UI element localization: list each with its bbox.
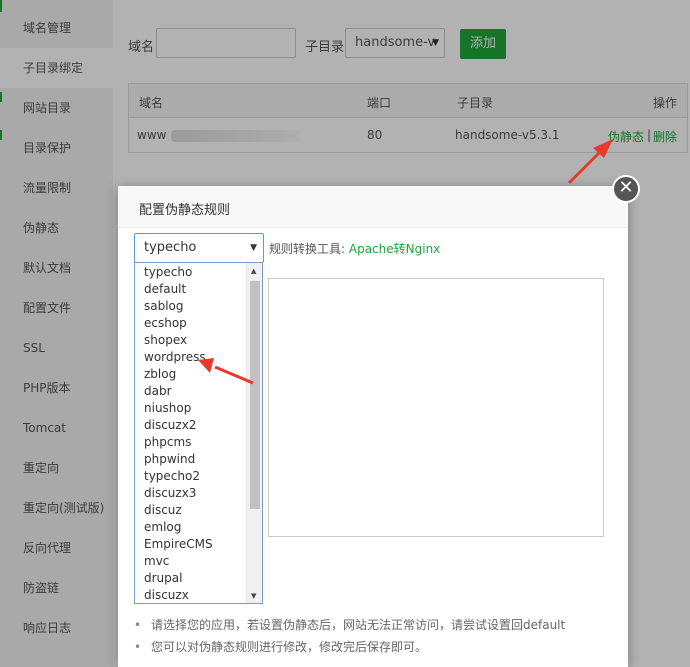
option-niushop[interactable]: niushop [135, 400, 247, 417]
option-typecho2[interactable]: typecho2 [135, 468, 247, 485]
option-default[interactable]: default [135, 281, 247, 298]
modal-title: 配置伪静态规则 [139, 203, 231, 218]
tip-text: 您可以对伪静态规则进行修改，修改完后保存即可。 [151, 640, 428, 654]
close-icon[interactable]: ✕ [612, 175, 640, 203]
option-zblog[interactable]: zblog [135, 366, 247, 383]
option-empirecms[interactable]: EmpireCMS [135, 536, 247, 553]
option-wordpress[interactable]: wordpress [135, 349, 247, 366]
option-shopex[interactable]: shopex [135, 332, 247, 349]
modal-tips: • 请选择您的应用，若设置伪静态后，网站无法正常访问，请尝试设置回default … [134, 614, 565, 658]
tip-item: • 请选择您的应用，若设置伪静态后，网站无法正常访问，请尝试设置回default [134, 614, 565, 636]
option-sablog[interactable]: sablog [135, 298, 247, 315]
tip-text: 请选择您的应用，若设置伪静态后，网站无法正常访问，请尝试设置回default [151, 618, 566, 632]
option-ecshop[interactable]: ecshop [135, 315, 247, 332]
option-discuz[interactable]: discuz [135, 502, 247, 519]
option-phpcms[interactable]: phpcms [135, 434, 247, 451]
option-drupal[interactable]: drupal [135, 570, 247, 587]
scrollbar-thumb[interactable] [250, 281, 260, 509]
rule-convert-tool: 规则转换工具: Apache转Nginx [269, 240, 440, 257]
scroll-up-icon[interactable]: ▲ [251, 267, 256, 275]
option-dabr[interactable]: dabr [135, 383, 247, 400]
dropdown-scrollbar[interactable]: ▲ ▼ [246, 263, 262, 603]
bullet-icon: • [134, 618, 142, 632]
option-discuzx3[interactable]: discuzx3 [135, 485, 247, 502]
rewrite-rule-options: typecho default sablog ecshop shopex wor… [134, 262, 263, 604]
option-emlog[interactable]: emlog [135, 519, 247, 536]
modal-header: 配置伪静态规则 [118, 186, 628, 228]
rewrite-rule-select-value: typecho [144, 240, 197, 255]
tip-item: • 您可以对伪静态规则进行修改，修改完后保存即可。 [134, 636, 565, 658]
option-phpwind[interactable]: phpwind [135, 451, 247, 468]
bullet-icon: • [134, 640, 142, 654]
option-discuzx[interactable]: discuzx [135, 587, 247, 603]
apache-to-nginx-link[interactable]: Apache转Nginx [349, 242, 440, 256]
caret-down-icon: ▼ [250, 243, 257, 253]
option-typecho[interactable]: typecho [135, 264, 247, 281]
rewrite-rule-select[interactable]: typecho ▼ [134, 233, 264, 263]
option-discuzx2[interactable]: discuzx2 [135, 417, 247, 434]
scroll-down-icon[interactable]: ▼ [251, 592, 256, 600]
option-mvc[interactable]: mvc [135, 553, 247, 570]
rewrite-rule-textarea[interactable] [268, 278, 604, 537]
rule-convert-tool-label: 规则转换工具: [269, 242, 346, 256]
